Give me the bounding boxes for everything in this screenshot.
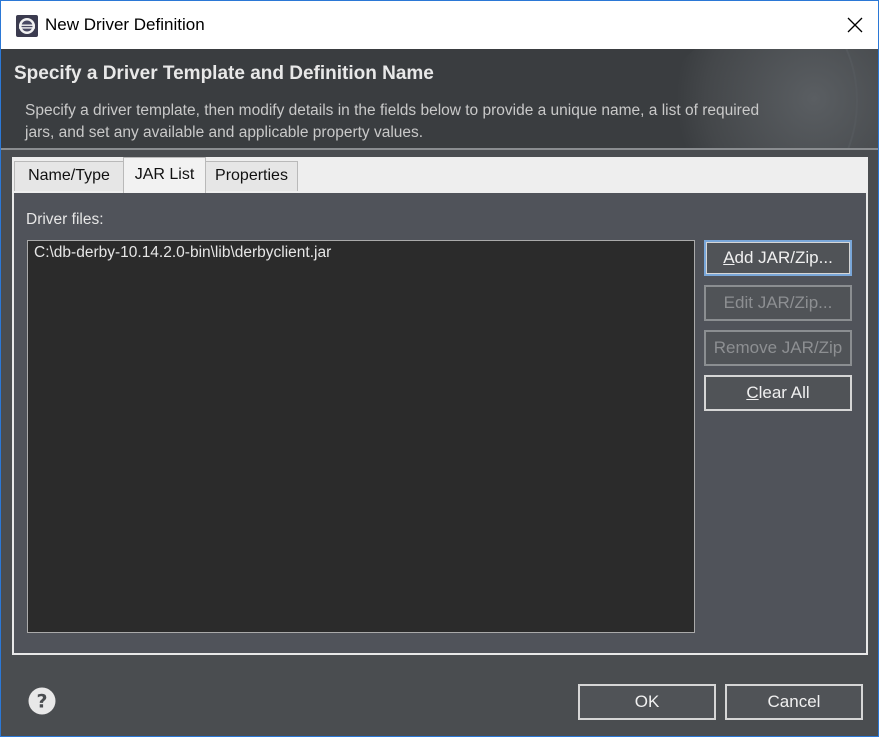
add-label-rest: dd JAR/Zip... [734,248,833,267]
driver-files-list[interactable]: C:\db-derby-10.14.2.0-bin\lib\derbyclien… [27,240,695,633]
ok-button[interactable]: OK [578,684,716,720]
driver-files-label: Driver files: [26,211,104,228]
add-mnemonic: A [723,248,735,267]
remove-jar-zip-button[interactable]: Remove JAR/Zip [704,330,852,366]
banner-description: Specify a driver template, then modify d… [25,102,760,141]
tab-jar-list[interactable]: JAR List [123,157,206,193]
jar-list-panel: Driver files: C:\db-derby-10.14.2.0-bin\… [12,193,868,655]
close-icon [847,17,863,33]
close-button[interactable] [832,1,878,49]
banner-separator [1,148,878,150]
clear-mnemonic: C [746,383,759,402]
wizard-banner: Specify a Driver Template and Definition… [1,49,878,149]
eclipse-app-icon [15,14,39,38]
tab-properties[interactable]: Properties [205,161,298,191]
tab-name-type[interactable]: Name/Type [14,161,124,191]
cancel-button[interactable]: Cancel [725,684,863,720]
clear-all-button[interactable]: Clear All [704,375,852,411]
title-bar: New Driver Definition [1,1,878,49]
banner-title: Specify a Driver Template and Definition… [14,63,434,84]
clear-label-rest: lear All [758,383,810,402]
tab-bar: Name/Type JAR List Properties [12,157,868,193]
edit-jar-zip-button[interactable]: Edit JAR/Zip... [704,285,852,321]
list-item[interactable]: C:\db-derby-10.14.2.0-bin\lib\derbyclien… [34,244,331,262]
window-title: New Driver Definition [45,15,205,34]
help-icon[interactable]: ? [27,686,57,716]
add-jar-zip-button[interactable]: Add JAR/Zip... [704,240,852,276]
dialog-window: New Driver Definition Specify a Driver T… [0,0,879,737]
svg-text:?: ? [36,691,47,713]
